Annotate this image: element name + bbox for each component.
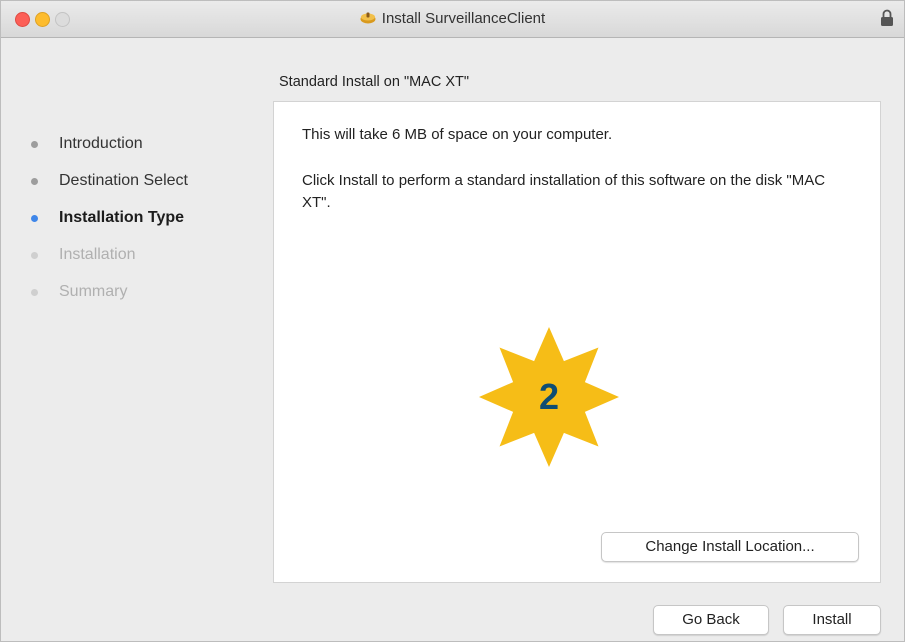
installer-window: Install SurveillanceClient Introduction …	[0, 0, 905, 642]
package-icon	[360, 12, 376, 24]
window-title: Install SurveillanceClient	[381, 10, 546, 27]
go-back-button[interactable]: Go Back	[653, 605, 769, 635]
page-heading: Standard Install on "MAC XT"	[279, 74, 470, 90]
install-button[interactable]: Install	[783, 605, 881, 635]
step-number-badge: 2	[479, 327, 619, 467]
step-label: Installation	[59, 246, 136, 263]
space-required-text: This will take 6 MB of space on your com…	[302, 126, 613, 143]
step-installation-type: Installation Type	[31, 205, 271, 242]
step-label: Summary	[59, 283, 128, 300]
step-dot	[31, 252, 38, 259]
step-dot-active	[31, 215, 38, 222]
step-dot	[31, 289, 38, 296]
step-summary: Summary	[31, 279, 271, 316]
step-introduction: Introduction	[31, 131, 271, 168]
installer-steps: Introduction Destination Select Installa…	[31, 131, 271, 316]
step-installation: Installation	[31, 242, 271, 279]
window-title-group: Install SurveillanceClient	[1, 10, 904, 27]
step-dot	[31, 178, 38, 185]
badge-number: 2	[538, 376, 560, 417]
title-bar[interactable]: Install SurveillanceClient	[1, 1, 904, 38]
step-dot	[31, 141, 38, 148]
change-install-location-button[interactable]: Change Install Location...	[601, 532, 859, 562]
step-label: Introduction	[59, 135, 143, 152]
content-panel: This will take 6 MB of space on your com…	[273, 101, 881, 583]
step-label: Destination Select	[59, 172, 188, 189]
step-label: Installation Type	[59, 209, 185, 226]
step-destination-select: Destination Select	[31, 168, 271, 205]
lock-icon	[881, 9, 893, 26]
install-description: Click Install to perform a standard inst…	[302, 172, 826, 211]
